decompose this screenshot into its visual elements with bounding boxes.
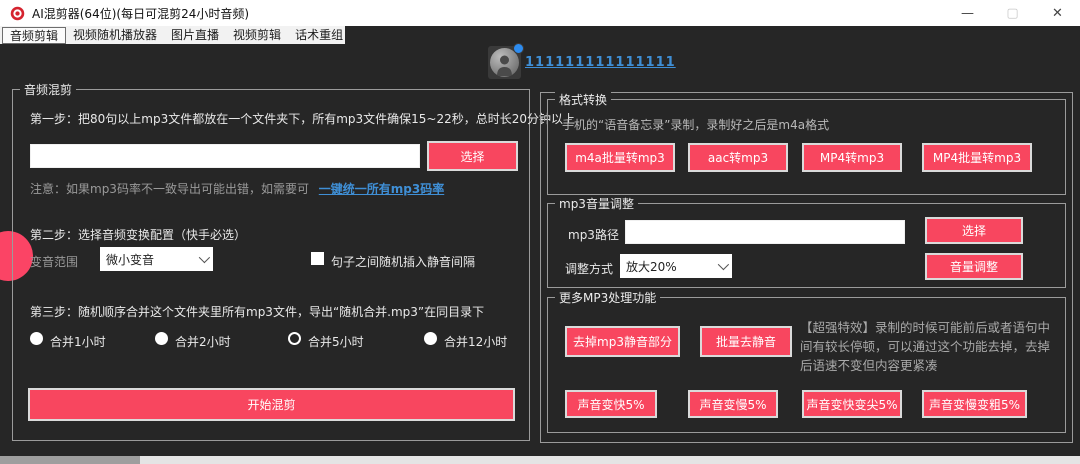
mp4-to-mp3-button[interactable]: MP4转mp3 xyxy=(802,143,902,172)
adjust-mode-label: 调整方式 xyxy=(565,262,614,276)
radio-merge-2h-label: 合并2小时 xyxy=(175,335,231,349)
app-window: AI混剪器(64位)(每日可混剪24小时音频) — ▢ ✕ 音频剪辑 视频随机播… xyxy=(0,0,1080,464)
adjust-mode-value: 放大20% xyxy=(626,259,677,274)
volume-select-button[interactable]: 选择 xyxy=(925,217,1023,244)
step3-heading: 第三步：随机顺序合并这个文件夹里所有mp3文件，导出“随机合并.mp3”在同目录… xyxy=(30,305,485,319)
step1-heading: 第一步：把80句以上mp3文件都放在一个文件夹下，所有mp3文件确保15~22秒… xyxy=(30,112,576,126)
radio-merge-5h-label: 合并5小时 xyxy=(308,335,364,349)
tab-strip: 音频剪辑 视频随机播放器 图片直播 视频剪辑 话术重组 xyxy=(0,26,1080,44)
tab-video-random-player[interactable]: 视频随机播放器 xyxy=(66,27,164,44)
start-mix-button[interactable]: 开始混剪 xyxy=(28,388,515,421)
super-effect-tip: 【超强特效】录制的时候可能前后或者语句中间有较长停顿，可以通过这个功能去掉，去掉… xyxy=(800,320,1051,373)
silence-gap-label: 句子之间随机插入静音间隔 xyxy=(331,255,476,269)
radio-merge-2h[interactable] xyxy=(155,332,168,345)
avatar[interactable] xyxy=(488,43,524,79)
batch-remove-silence-button[interactable]: 批量去静音 xyxy=(700,326,792,357)
mp4-batch-to-mp3-button[interactable]: MP4批量转mp3 xyxy=(922,143,1032,172)
unify-bitrate-link[interactable]: 一键统一所有mp3码率 xyxy=(319,182,444,196)
maximize-button: ▢ xyxy=(1006,5,1019,21)
radio-merge-1h[interactable] xyxy=(30,332,43,345)
speed-up-5-button[interactable]: 声音变快5% xyxy=(565,390,657,418)
tab-video-edit[interactable]: 视频剪辑 xyxy=(226,27,288,44)
group-volume-adjust-title: mp3音量调整 xyxy=(555,195,638,212)
radio-merge-5h[interactable] xyxy=(288,332,301,345)
step1-folder-path-input[interactable] xyxy=(30,144,420,168)
tab-strip-bg: 音频剪辑 视频随机播放器 图片直播 视频剪辑 话术重组 xyxy=(0,26,345,44)
aac-to-mp3-button[interactable]: aac转mp3 xyxy=(688,143,788,172)
remove-mp3-silence-button[interactable]: 去掉mp3静音部分 xyxy=(565,326,680,357)
username-link[interactable]: 111111111111111 xyxy=(525,55,676,70)
background-window-strip-left xyxy=(0,456,140,464)
step1-note-text: 注意：如果mp3码率不一致导出可能出错，如需要可 xyxy=(30,182,309,196)
volume-adjust-button[interactable]: 音量调整 xyxy=(925,253,1023,280)
step2-heading: 第二步：选择音频变换配置（快手必选） xyxy=(30,228,247,242)
verified-badge-icon xyxy=(513,43,524,54)
step1-note: 注意：如果mp3码率不一致导出可能出错，如需要可 一键统一所有mp3码率 xyxy=(30,180,444,197)
slow-down-5-button[interactable]: 声音变慢5% xyxy=(688,390,778,418)
voice-range-label: 变音范围 xyxy=(30,255,79,269)
faster-sharper-5-button[interactable]: 声音变快变尖5% xyxy=(802,390,902,418)
close-button[interactable]: ✕ xyxy=(1035,0,1080,26)
tab-image-live[interactable]: 图片直播 xyxy=(164,27,226,44)
silence-gap-checkbox[interactable] xyxy=(311,252,324,265)
app-logo-icon xyxy=(10,6,25,20)
radio-merge-12h-label: 合并12小时 xyxy=(444,335,508,349)
adjust-mode-select[interactable]: 放大20% xyxy=(620,254,732,278)
minimize-button[interactable]: — xyxy=(945,0,990,26)
mp3-path-input[interactable] xyxy=(625,220,905,244)
window-title: AI混剪器(64位)(每日可混剪24小时音频) xyxy=(32,6,250,21)
title-bar: AI混剪器(64位)(每日可混剪24小时音频) — ▢ ✕ xyxy=(0,0,1080,26)
group-more-mp3-title: 更多MP3处理功能 xyxy=(555,289,661,306)
m4a-batch-to-mp3-button[interactable]: m4a批量转mp3 xyxy=(565,143,675,172)
group-audio-mix-title: 音频混剪 xyxy=(20,81,77,98)
step1-select-button[interactable]: 选择 xyxy=(427,141,518,171)
person-icon xyxy=(497,55,512,76)
voice-range-select[interactable]: 微小变音 xyxy=(100,247,213,271)
format-description: 手机的“语音备忘录”录制，录制好之后是m4a格式 xyxy=(562,118,830,132)
background-window-strip xyxy=(0,456,1080,464)
radio-merge-12h[interactable] xyxy=(424,332,437,345)
slower-deeper-5-button[interactable]: 声音变慢变粗5% xyxy=(922,390,1027,418)
voice-range-value: 微小变音 xyxy=(106,252,155,267)
radio-merge-1h-label: 合并1小时 xyxy=(50,335,106,349)
tab-script-remix[interactable]: 话术重组 xyxy=(288,27,350,44)
chevron-down-icon xyxy=(198,251,211,264)
chevron-down-icon xyxy=(717,258,730,271)
group-format-convert-title: 格式转换 xyxy=(555,91,612,108)
mp3-path-label: mp3路径 xyxy=(568,228,619,242)
tab-audio-edit[interactable]: 音频剪辑 xyxy=(2,26,67,44)
